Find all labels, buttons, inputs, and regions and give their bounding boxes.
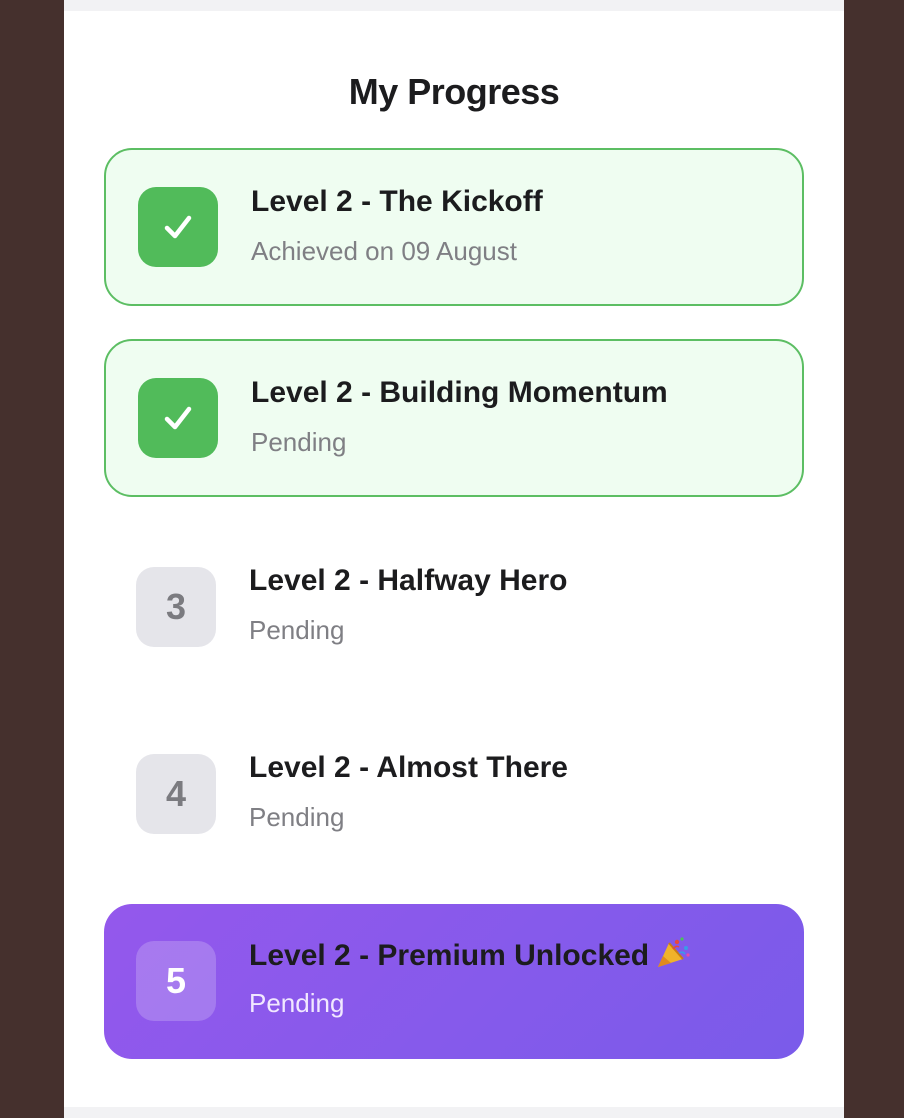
level-item-2[interactable]: Level 2 - Building Momentum Pending — [104, 339, 804, 497]
page-title: My Progress — [348, 71, 560, 112]
app-panel: My Progress Level 2 - The Kickoff Achiev… — [64, 0, 844, 1118]
level-title: Level 2 - The Kickoff — [251, 185, 543, 218]
level-item-1[interactable]: Level 2 - The Kickoff Achieved on 09 Aug… — [104, 148, 804, 306]
checkmark-icon — [164, 215, 192, 239]
level-item-5[interactable]: 5 Level 2 - Premium Unlocked Pending — [104, 904, 804, 1059]
party-popper-icon — [655, 937, 691, 977]
checkmark-icon — [164, 406, 192, 430]
level-number-badge: 5 — [136, 941, 216, 1021]
level-number-badge: 3 — [136, 567, 216, 647]
level-status: Pending — [251, 427, 347, 457]
level-title: Level 2 - Almost There — [249, 751, 568, 784]
level-title-row: Level 2 - Premium Unlocked — [249, 937, 691, 977]
completed-badge — [138, 378, 218, 458]
level-status: Achieved on 09 August — [251, 236, 517, 266]
level-title: Level 2 - Building Momentum — [251, 376, 668, 409]
level-status: Pending — [249, 802, 345, 832]
level-number-badge: 4 — [136, 754, 216, 834]
level-title: Level 2 - Halfway Hero — [249, 564, 568, 597]
level-item-3[interactable]: 3 Level 2 - Halfway Hero Pending — [104, 531, 804, 681]
level-item-4[interactable]: 4 Level 2 - Almost There Pending — [104, 718, 804, 868]
completed-badge — [138, 187, 218, 267]
level-status: Pending — [249, 615, 345, 645]
level-status: Pending — [249, 988, 345, 1018]
progress-card: My Progress Level 2 - The Kickoff Achiev… — [64, 11, 844, 1107]
level-title: Level 2 - Premium Unlocked — [249, 939, 650, 972]
